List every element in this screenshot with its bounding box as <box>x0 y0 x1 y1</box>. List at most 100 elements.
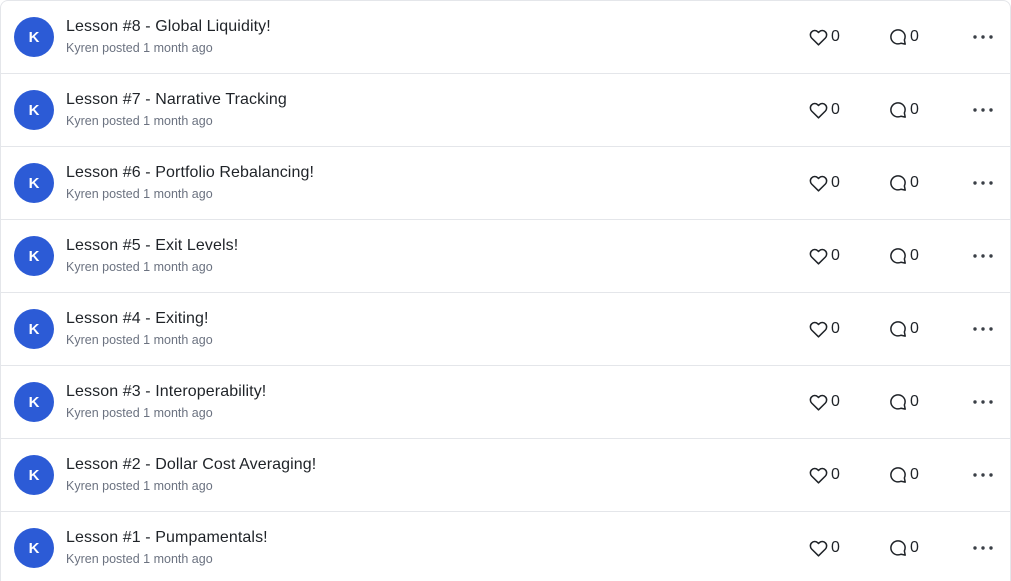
post-meta: Kyren posted 1 month ago <box>66 259 238 275</box>
more-horizontal-icon <box>973 181 993 185</box>
like-button[interactable]: 0 <box>809 246 840 266</box>
post-row[interactable]: K Lesson #5 - Exit Levels! Kyren posted … <box>1 220 1010 293</box>
like-button[interactable]: 0 <box>809 392 840 412</box>
post-author[interactable]: Kyren <box>66 260 99 274</box>
comment-count: 0 <box>910 247 919 264</box>
avatar[interactable]: K <box>14 528 54 568</box>
more-horizontal-icon <box>973 108 993 112</box>
comment-button[interactable]: 0 <box>889 319 919 339</box>
post-title[interactable]: Lesson #3 - Interoperability! <box>66 382 266 402</box>
post-verb: posted <box>102 479 140 493</box>
comment-button[interactable]: 0 <box>889 173 919 193</box>
avatar[interactable]: K <box>14 382 54 422</box>
like-count: 0 <box>831 539 840 556</box>
comment-bubble-icon <box>889 539 907 557</box>
heart-icon <box>809 321 828 338</box>
post-verb: posted <box>102 260 140 274</box>
post-meta: Kyren posted 1 month ago <box>66 405 266 421</box>
post-title[interactable]: Lesson #8 - Global Liquidity! <box>66 17 271 37</box>
post-row[interactable]: K Lesson #8 - Global Liquidity! Kyren po… <box>1 1 1010 74</box>
more-options-button[interactable] <box>971 465 995 485</box>
comment-button[interactable]: 0 <box>889 246 919 266</box>
more-horizontal-icon <box>973 473 993 477</box>
comment-count: 0 <box>910 101 919 118</box>
comment-count: 0 <box>910 320 919 337</box>
avatar[interactable]: K <box>14 236 54 276</box>
post-time: 1 month ago <box>143 552 213 566</box>
more-horizontal-icon <box>973 327 993 331</box>
like-button[interactable]: 0 <box>809 100 840 120</box>
post-row[interactable]: K Lesson #1 - Pumpamentals! Kyren posted… <box>1 512 1010 581</box>
comment-bubble-icon <box>889 466 907 484</box>
comment-button[interactable]: 0 <box>889 538 919 558</box>
post-feed: K Lesson #8 - Global Liquidity! Kyren po… <box>0 0 1011 581</box>
post-time: 1 month ago <box>143 41 213 55</box>
post-title[interactable]: Lesson #2 - Dollar Cost Averaging! <box>66 455 316 475</box>
post-text: Lesson #2 - Dollar Cost Averaging! Kyren… <box>66 455 316 494</box>
post-author[interactable]: Kyren <box>66 406 99 420</box>
like-count: 0 <box>831 393 840 410</box>
comment-count: 0 <box>910 393 919 410</box>
post-row[interactable]: K Lesson #7 - Narrative Tracking Kyren p… <box>1 74 1010 147</box>
comment-bubble-icon <box>889 247 907 265</box>
post-author[interactable]: Kyren <box>66 187 99 201</box>
comment-bubble-icon <box>889 393 907 411</box>
post-row[interactable]: K Lesson #4 - Exiting! Kyren posted 1 mo… <box>1 293 1010 366</box>
post-row[interactable]: K Lesson #2 - Dollar Cost Averaging! Kyr… <box>1 439 1010 512</box>
more-options-button[interactable] <box>971 173 995 193</box>
more-options-button[interactable] <box>971 538 995 558</box>
post-author[interactable]: Kyren <box>66 41 99 55</box>
post-title[interactable]: Lesson #1 - Pumpamentals! <box>66 528 268 548</box>
post-verb: posted <box>102 114 140 128</box>
post-title[interactable]: Lesson #5 - Exit Levels! <box>66 236 238 256</box>
heart-icon <box>809 467 828 484</box>
avatar[interactable]: K <box>14 17 54 57</box>
comment-count: 0 <box>910 539 919 556</box>
post-author[interactable]: Kyren <box>66 552 99 566</box>
post-time: 1 month ago <box>143 479 213 493</box>
post-meta: Kyren posted 1 month ago <box>66 332 213 348</box>
heart-icon <box>809 394 828 411</box>
more-options-button[interactable] <box>971 246 995 266</box>
like-count: 0 <box>831 466 840 483</box>
post-text: Lesson #7 - Narrative Tracking Kyren pos… <box>66 90 287 129</box>
post-time: 1 month ago <box>143 260 213 274</box>
avatar[interactable]: K <box>14 309 54 349</box>
post-author[interactable]: Kyren <box>66 114 99 128</box>
post-verb: posted <box>102 41 140 55</box>
more-options-button[interactable] <box>971 319 995 339</box>
post-verb: posted <box>102 333 140 347</box>
like-button[interactable]: 0 <box>809 465 840 485</box>
post-text: Lesson #8 - Global Liquidity! Kyren post… <box>66 17 271 56</box>
more-options-button[interactable] <box>971 100 995 120</box>
post-author[interactable]: Kyren <box>66 479 99 493</box>
post-text: Lesson #4 - Exiting! Kyren posted 1 mont… <box>66 309 213 348</box>
post-time: 1 month ago <box>143 187 213 201</box>
post-author[interactable]: Kyren <box>66 333 99 347</box>
avatar[interactable]: K <box>14 455 54 495</box>
avatar[interactable]: K <box>14 90 54 130</box>
like-button[interactable]: 0 <box>809 538 840 558</box>
like-button[interactable]: 0 <box>809 173 840 193</box>
heart-icon <box>809 29 828 46</box>
comment-button[interactable]: 0 <box>889 100 919 120</box>
post-row[interactable]: K Lesson #3 - Interoperability! Kyren po… <box>1 366 1010 439</box>
post-time: 1 month ago <box>143 114 213 128</box>
avatar[interactable]: K <box>14 163 54 203</box>
post-row[interactable]: K Lesson #6 - Portfolio Rebalancing! Kyr… <box>1 147 1010 220</box>
post-meta: Kyren posted 1 month ago <box>66 186 314 202</box>
post-meta: Kyren posted 1 month ago <box>66 551 268 567</box>
more-horizontal-icon <box>973 254 993 258</box>
like-button[interactable]: 0 <box>809 27 840 47</box>
more-options-button[interactable] <box>971 392 995 412</box>
like-button[interactable]: 0 <box>809 319 840 339</box>
post-title[interactable]: Lesson #4 - Exiting! <box>66 309 213 329</box>
comment-button[interactable]: 0 <box>889 27 919 47</box>
like-count: 0 <box>831 174 840 191</box>
post-text: Lesson #5 - Exit Levels! Kyren posted 1 … <box>66 236 238 275</box>
post-title[interactable]: Lesson #7 - Narrative Tracking <box>66 90 287 110</box>
more-options-button[interactable] <box>971 27 995 47</box>
comment-button[interactable]: 0 <box>889 392 919 412</box>
comment-button[interactable]: 0 <box>889 465 919 485</box>
post-title[interactable]: Lesson #6 - Portfolio Rebalancing! <box>66 163 314 183</box>
